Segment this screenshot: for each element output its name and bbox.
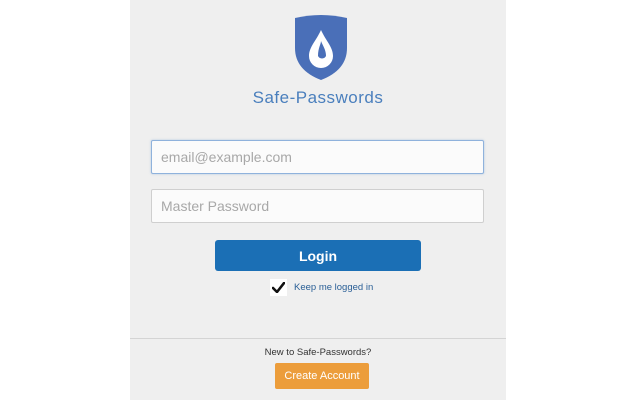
app-title: Safe-Passwords xyxy=(252,88,384,107)
email-field[interactable] xyxy=(151,140,484,174)
checkmark-icon xyxy=(272,281,285,293)
keep-logged-in-label: Keep me logged in xyxy=(294,281,374,293)
keep-logged-in-toggle[interactable]: Keep me logged in xyxy=(270,278,373,296)
signup-prompt: New to Safe-Passwords? xyxy=(264,347,372,358)
shield-droplet-icon xyxy=(289,14,353,82)
login-panel: Safe-Passwords Login Keep me logged in N… xyxy=(130,0,506,400)
create-account-button[interactable]: Create Account xyxy=(275,363,369,389)
keep-logged-in-checkbox[interactable] xyxy=(270,278,287,296)
login-button[interactable]: Login xyxy=(215,240,421,271)
master-password-field[interactable] xyxy=(151,189,484,223)
divider xyxy=(130,338,506,339)
